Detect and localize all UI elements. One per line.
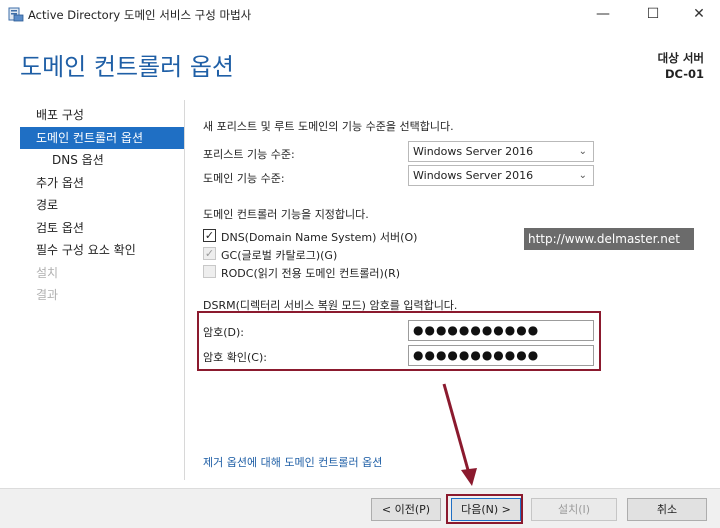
title-bar: Active Directory 도메인 서비스 구성 마법사 — ☐ ✕: [0, 0, 720, 28]
target-server-info: 대상 서버 DC-01: [658, 50, 704, 82]
global-catalog-label: GC(글로벌 카탈로그)(G): [221, 249, 338, 262]
target-server-name: DC-01: [664, 67, 704, 81]
window-title: Active Directory 도메인 서비스 구성 마법사: [28, 8, 252, 22]
domain-level-value: Windows Server 2016: [413, 169, 534, 182]
checkmark-icon: ✓: [204, 229, 215, 242]
help-link[interactable]: 제거 옵션에 대해 도메인 컨트롤러 옵션: [203, 454, 382, 470]
rodc-checkbox[interactable]: [203, 265, 216, 278]
nav-item-additional-options[interactable]: 추가 옵션: [20, 172, 184, 195]
chevron-down-icon: ⌄: [578, 146, 587, 157]
nav-item-dns-options[interactable]: DNS 옵션: [20, 149, 184, 172]
nav-item-deployment-config[interactable]: 배포 구성: [20, 104, 184, 127]
domain-level-label: 도메인 기능 수준:: [203, 172, 285, 185]
nav-item-review-options[interactable]: 검토 옵션: [20, 217, 184, 240]
checkmark-icon: ✓: [204, 247, 215, 260]
watermark-url: http://www.delmaster.net: [524, 228, 694, 250]
cancel-button[interactable]: 취소: [627, 498, 707, 521]
chevron-down-icon: ⌄: [578, 170, 587, 181]
domain-level-select[interactable]: Windows Server 2016 ⌄: [408, 165, 594, 186]
forest-level-label: 포리스트 기능 수준:: [203, 148, 295, 161]
nav-divider: [184, 100, 185, 480]
nav-item-dc-options[interactable]: 도메인 컨트롤러 옵션: [20, 126, 184, 149]
nav-item-paths[interactable]: 경로: [20, 194, 184, 217]
forest-level-select[interactable]: Windows Server 2016 ⌄: [408, 141, 594, 162]
rodc-label: RODC(읽기 전용 도메인 컨트롤러)(R): [221, 267, 401, 280]
target-server-label: 대상 서버: [657, 51, 704, 65]
password-highlight-box: [197, 311, 601, 371]
nav-item-installation: 설치: [36, 265, 59, 280]
previous-button[interactable]: < 이전(P): [371, 498, 441, 521]
next-highlight-box: [446, 494, 523, 524]
dns-server-checkbox[interactable]: ✓: [203, 229, 216, 242]
functional-level-title: 새 포리스트 및 루트 도메인의 기능 수준을 선택합니다.: [203, 120, 454, 133]
page-title: 도메인 컨트롤러 옵션: [20, 53, 234, 81]
maximize-button[interactable]: ☐: [630, 0, 676, 28]
close-button[interactable]: ✕: [676, 0, 720, 28]
minimize-button[interactable]: —: [580, 0, 626, 28]
forest-level-value: Windows Server 2016: [413, 145, 534, 158]
wizard-steps-nav: 배포 구성 도메인 컨트롤러 옵션 DNS 옵션 추가 옵션 경로 검토 옵션 …: [20, 104, 184, 307]
capabilities-title: 도메인 컨트롤러 기능을 지정합니다.: [203, 208, 369, 221]
global-catalog-checkbox[interactable]: ✓: [203, 247, 216, 260]
dns-server-label: DNS(Domain Name System) 서버(O): [221, 231, 418, 244]
nav-item-results: 결과: [36, 288, 59, 302]
server-manager-icon: [8, 7, 24, 22]
nav-item-prerequisites-check[interactable]: 필수 구성 요소 확인: [20, 239, 184, 262]
install-button: 설치(I): [531, 498, 617, 521]
